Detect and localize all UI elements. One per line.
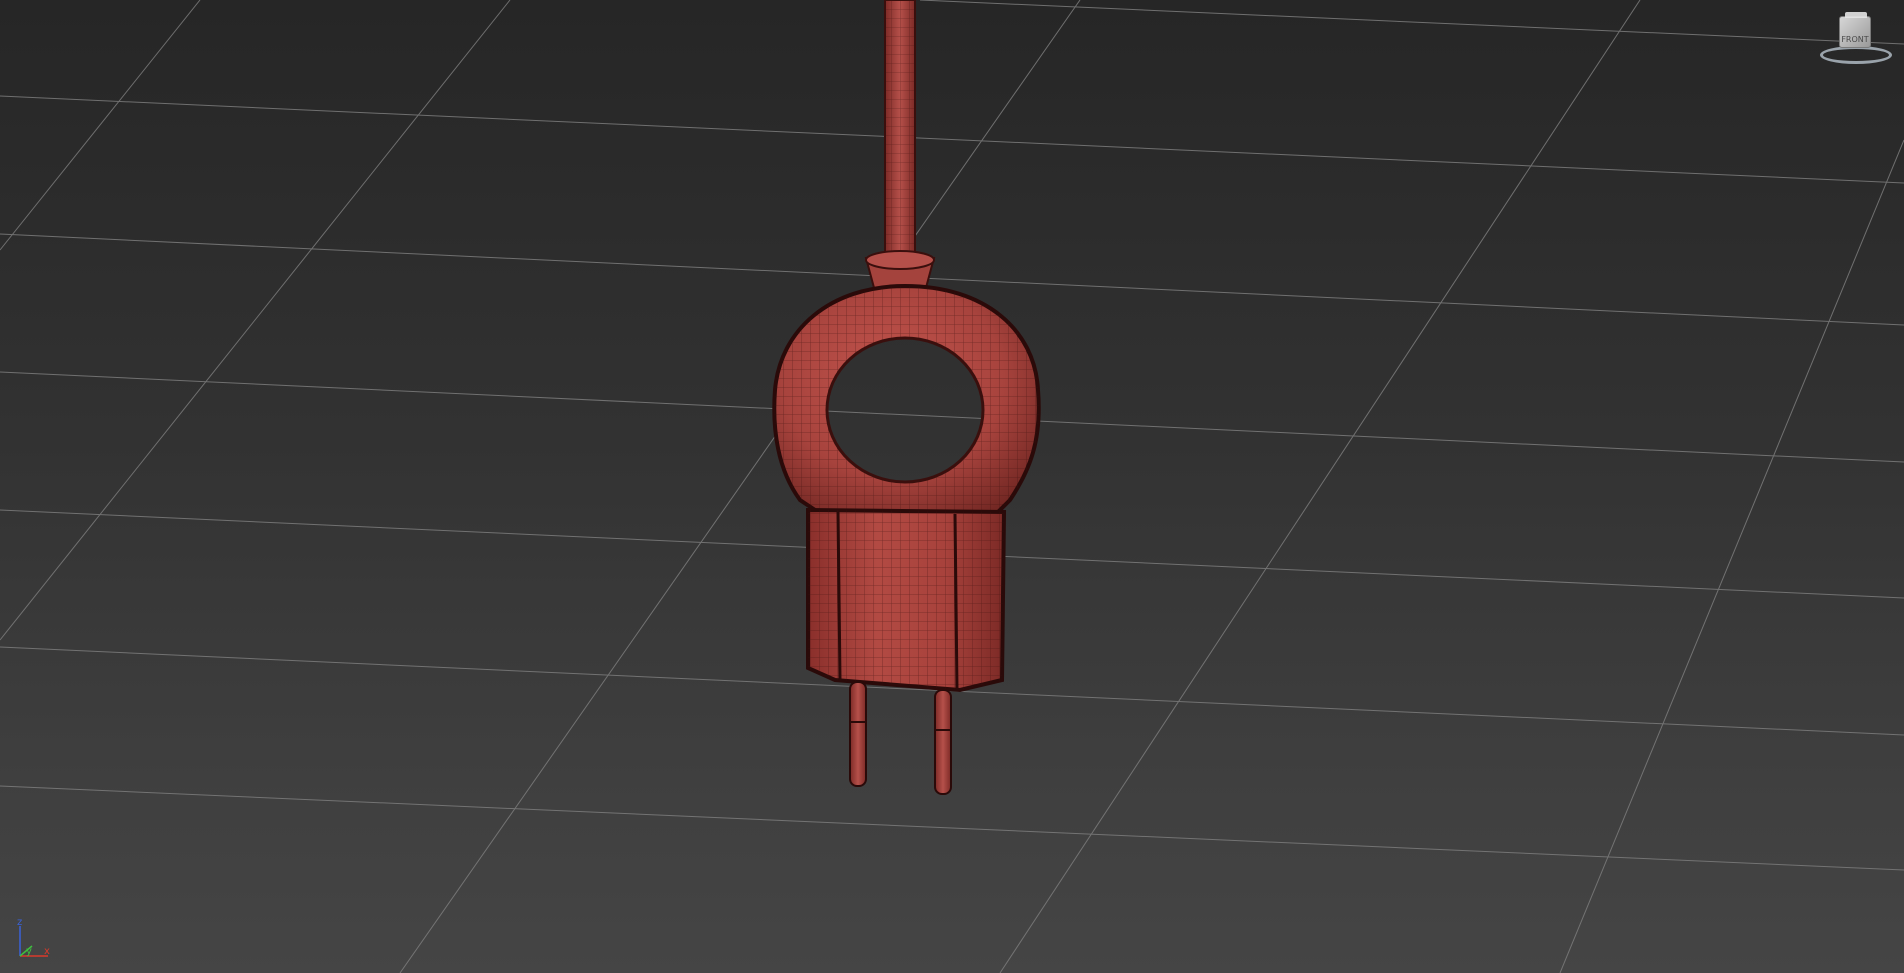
- plug-body: [806, 507, 1007, 693]
- viewcube-navigator[interactable]: FRONT: [1816, 12, 1896, 68]
- viewcube-face-label: FRONT: [1841, 35, 1869, 44]
- viewcube-top-face[interactable]: [1845, 12, 1867, 18]
- y-axis-label: y: [26, 946, 32, 957]
- axis-tripod-icon: z y x: [17, 917, 50, 957]
- z-axis-label: z: [17, 917, 22, 928]
- plug-prongs: [849, 681, 952, 795]
- x-axis-label: x: [44, 946, 50, 957]
- viewcube-icon[interactable]: FRONT: [1839, 16, 1871, 48]
- 3d-viewport[interactable]: FRONT z y x: [0, 0, 1904, 973]
- cable: [884, 0, 916, 286]
- ring-handle: [772, 283, 1041, 522]
- plug-model[interactable]: [0, 0, 1904, 973]
